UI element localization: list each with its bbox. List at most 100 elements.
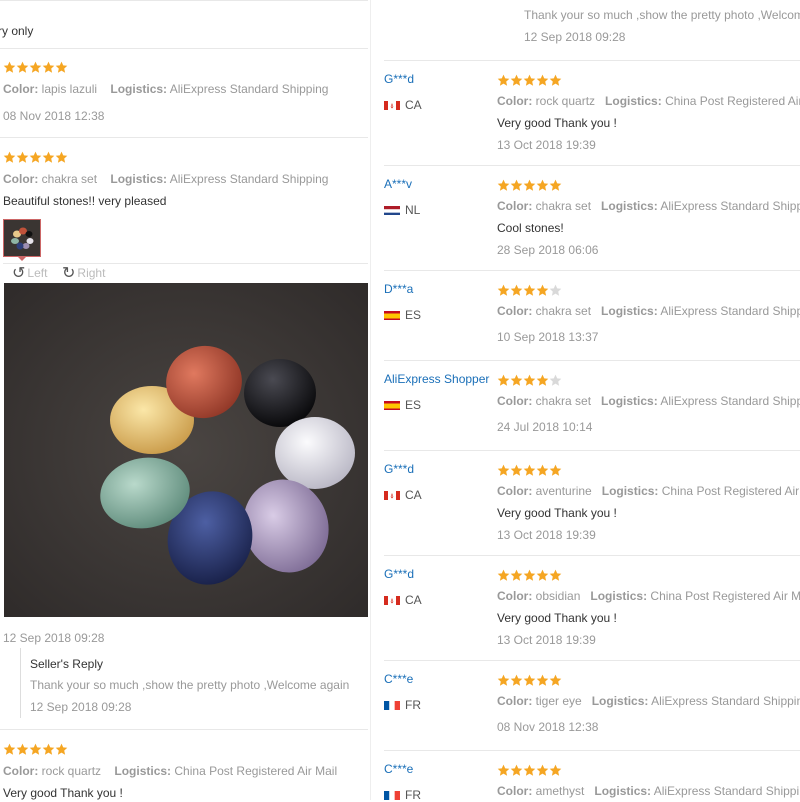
review-attributes: Color: lapis lazuli Logistics: AliExpres… (3, 82, 328, 96)
rotate-right-button[interactable]: ↻ Right (62, 263, 105, 283)
logistics-value: AliExpress Standard Shipp (660, 199, 800, 213)
star-filled-icon (510, 464, 523, 477)
review-date: 24 Jul 2018 10:14 (497, 420, 593, 434)
flag-fr-icon (384, 700, 400, 710)
review-attributes: Color: chakra set Logistics: AliExpress … (497, 394, 800, 408)
country-code: CA (405, 488, 422, 502)
reviewer-name[interactable]: D***a (384, 282, 413, 296)
rating-stars (497, 374, 562, 388)
star-filled-icon (497, 179, 510, 192)
rating-stars (497, 284, 562, 298)
reviewer-name[interactable]: C***e (384, 672, 413, 686)
reviewer-country: NL (384, 203, 420, 217)
star-filled-icon (42, 743, 55, 756)
star-filled-icon (510, 674, 523, 687)
left-review-column: ry only Color: lapis lazuli Logistics: A… (0, 0, 368, 800)
color-value: chakra set (41, 172, 98, 186)
review-attributes: Color: obsidian Logistics: China Post Re… (497, 589, 800, 603)
star-filled-icon (55, 743, 68, 756)
star-filled-icon (497, 464, 510, 477)
color-label: Color: (497, 484, 533, 498)
star-filled-icon (16, 743, 29, 756)
star-filled-icon (29, 743, 42, 756)
color-label: Color: (3, 764, 39, 778)
star-filled-icon (42, 151, 55, 164)
review-date: 10 Sep 2018 13:37 (497, 330, 599, 344)
color-value: amethyst (535, 784, 585, 798)
reviewer-country: ES (384, 308, 421, 322)
logistics-label: Logistics: (594, 784, 652, 798)
star-filled-icon (497, 284, 510, 297)
seller-reply-title: Seller's Reply (30, 657, 103, 671)
logistics-value: China Post Registered Air (665, 94, 800, 108)
reviewer-name[interactable]: AliExpress Shopper (384, 372, 489, 386)
star-filled-icon (3, 743, 16, 756)
star-filled-icon (497, 764, 510, 777)
review-comment: Beautiful stones!! very pleased (3, 194, 167, 208)
review-date: 12 Sep 2018 09:28 (3, 631, 105, 645)
star-filled-icon (16, 151, 29, 164)
divider (384, 165, 800, 166)
logistics-label: Logistics: (601, 394, 658, 408)
review-attributes: Color: amethyst Logistics: AliExpress St… (497, 784, 799, 798)
rating-stars (497, 179, 562, 193)
rating-stars (497, 74, 562, 88)
review-attributes: Color: tiger eye Logistics: AliExpress S… (497, 694, 800, 708)
review-date: 28 Sep 2018 06:06 (497, 243, 599, 257)
reviewer-name[interactable]: G***d (384, 567, 414, 581)
logistics-value: China Post Registered Air Mail (174, 764, 338, 778)
logistics-value: AliExpress Standard Shipp (660, 394, 800, 408)
logistics-value: AliExpress Standard Shippin (651, 694, 800, 708)
color-label: Color: (497, 784, 533, 798)
star-filled-icon (497, 74, 510, 87)
logistics-label: Logistics: (110, 82, 168, 96)
star-filled-icon (510, 74, 523, 87)
color-label: Color: (497, 694, 533, 708)
star-filled-icon (497, 674, 510, 687)
star-empty-icon (549, 374, 562, 387)
color-value: lapis lazuli (41, 82, 98, 96)
color-label: Color: (497, 394, 533, 408)
reviewer-name[interactable]: G***d (384, 72, 414, 86)
color-value: aventurine (535, 484, 592, 498)
review-comment: Cool stones! (497, 221, 564, 235)
country-code: ES (405, 398, 422, 412)
review-attributes: Color: chakra set Logistics: AliExpress … (497, 304, 800, 318)
reviewer-country: ES (384, 398, 421, 412)
star-filled-icon (3, 61, 16, 74)
rotate-right-icon: ↻ (62, 265, 76, 282)
color-value: chakra set (535, 304, 592, 318)
star-filled-icon (497, 569, 510, 582)
star-filled-icon (549, 74, 562, 87)
reviewer-name[interactable]: C***e (384, 762, 413, 776)
star-filled-icon (536, 74, 549, 87)
rotate-left-button[interactable]: ↺ Left (12, 263, 47, 283)
country-code: CA (405, 98, 422, 112)
divider (384, 450, 800, 451)
reviewer-name[interactable]: G***d (384, 462, 414, 476)
rotate-right-label: Right (77, 266, 106, 280)
country-code: ES (405, 308, 422, 322)
reviewer-name[interactable]: A***v (384, 177, 412, 191)
flag-ca-icon (384, 595, 400, 605)
review-comment: Very good Thank you ! (497, 506, 617, 520)
color-value: chakra set (535, 394, 592, 408)
review-photo-thumbnail[interactable] (3, 219, 41, 257)
review-date: 13 Oct 2018 19:39 (497, 633, 596, 647)
star-filled-icon (55, 151, 68, 164)
divider (0, 0, 368, 1)
color-value: obsidian (535, 589, 581, 603)
reviewer-country: FR (384, 698, 421, 712)
flag-es-icon (384, 310, 400, 320)
star-filled-icon (523, 179, 536, 192)
logistics-label: Logistics: (590, 589, 648, 603)
color-value: chakra set (535, 199, 592, 213)
rotate-left-icon: ↺ (12, 265, 26, 282)
color-label: Color: (3, 82, 39, 96)
star-filled-icon (3, 151, 16, 164)
color-value: rock quartz (41, 764, 102, 778)
country-code: NL (405, 203, 421, 217)
review-photo-large[interactable] (4, 283, 368, 617)
flag-fr-icon (384, 790, 400, 800)
rating-stars (497, 569, 562, 583)
